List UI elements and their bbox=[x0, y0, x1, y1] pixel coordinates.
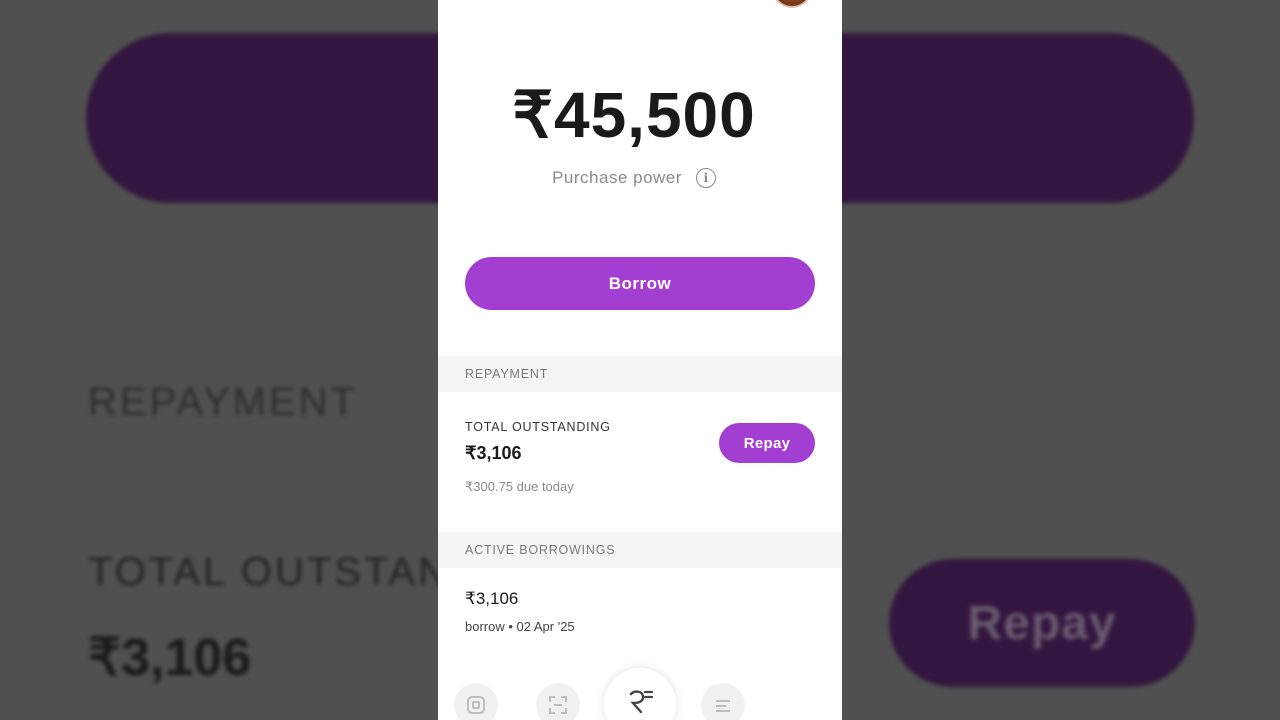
background-repay-pill: Repay bbox=[889, 559, 1195, 687]
active-borrowings-section-header: ACTIVE BORROWINGS bbox=[438, 532, 842, 568]
purchase-power-row: Purchase power i bbox=[438, 168, 830, 188]
total-outstanding-amount: ₹3,106 bbox=[465, 443, 522, 463]
purchase-power-amount: ₹45,500 bbox=[512, 79, 756, 151]
background-total-label: TOTAL OUTSTAND bbox=[88, 550, 482, 594]
repay-button[interactable]: Repay bbox=[719, 423, 815, 463]
borrowing-meta: borrow • 02 Apr '25 bbox=[465, 619, 575, 634]
total-outstanding-label: TOTAL OUTSTANDING bbox=[465, 420, 611, 434]
background-repayment-label: REPAYMENT bbox=[88, 380, 358, 424]
borrow-button[interactable]: Borrow bbox=[465, 257, 815, 310]
borrowing-amount[interactable]: ₹3,106 bbox=[465, 589, 518, 609]
purchase-power-label: Purchase power bbox=[552, 168, 682, 187]
due-today-text: ₹300.75 due today bbox=[465, 479, 574, 494]
repayment-section-header: REPAYMENT bbox=[438, 356, 842, 392]
background-amount: ₹3,106 bbox=[88, 629, 252, 687]
background-repay-label: Repay bbox=[967, 596, 1117, 650]
phone-screen: ₹45,500 Purchase power i Borrow REPAYMEN… bbox=[438, 0, 842, 720]
info-icon[interactable]: i bbox=[695, 168, 716, 188]
menu-icon[interactable] bbox=[701, 683, 745, 720]
user-avatar[interactable] bbox=[772, 0, 812, 8]
rupee-borrow-icon[interactable] bbox=[604, 668, 676, 720]
home-icon[interactable] bbox=[454, 683, 498, 720]
scan-icon[interactable] bbox=[536, 683, 580, 720]
